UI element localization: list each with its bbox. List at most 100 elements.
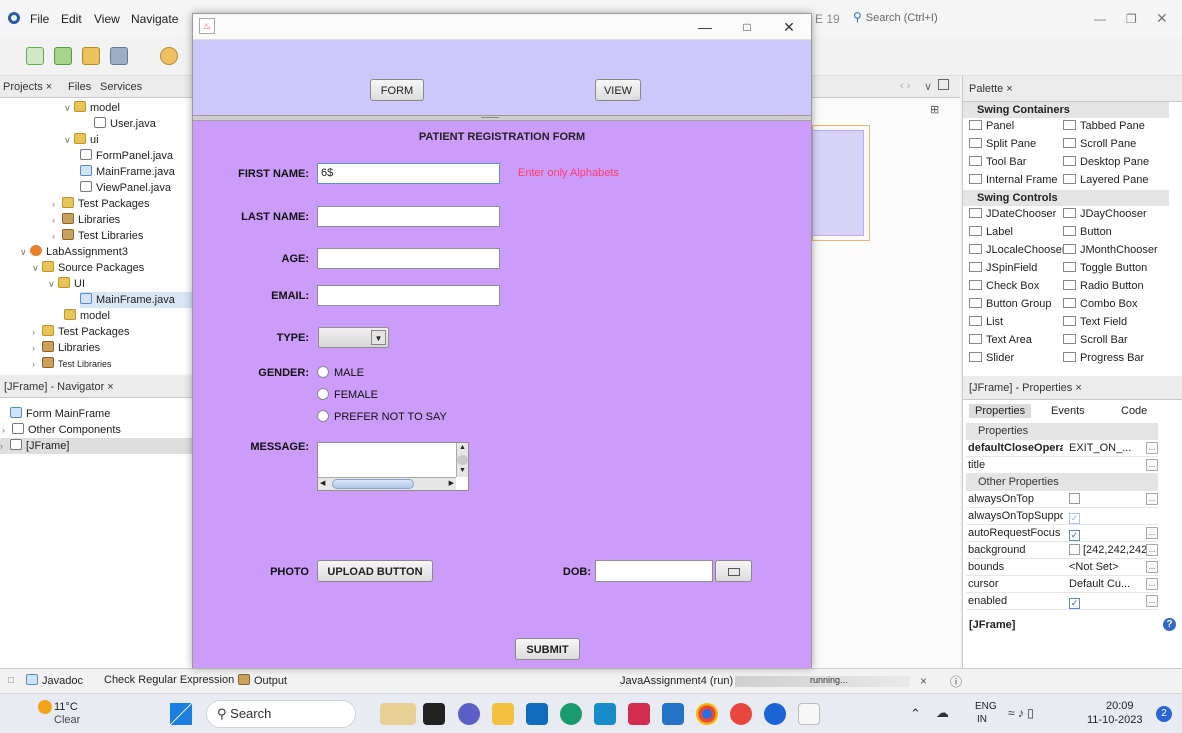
palette-item[interactable]: Text Field (1063, 314, 1127, 330)
checkbox-checked[interactable]: ✓ (1069, 598, 1080, 609)
scroll-tabs-icon[interactable]: ‹ › (900, 80, 910, 92)
taskbar-search[interactable]: ⚲ Search (206, 700, 356, 728)
grid-icon[interactable]: ⊞ (930, 103, 939, 116)
new-file-icon[interactable] (26, 47, 44, 65)
menu-navigate[interactable]: Navigate (131, 12, 178, 26)
lang-indicator[interactable]: ENG (975, 701, 997, 712)
nav-item[interactable]: Form MainFrame (10, 406, 110, 422)
palette-item[interactable]: Progress Bar (1063, 350, 1144, 366)
ide-search-input[interactable]: ⚲ Search (Ctrl+I) (853, 10, 1003, 30)
tree-item[interactable]: ∨ model (64, 100, 120, 116)
palette-item[interactable]: Scroll Pane (1063, 136, 1136, 152)
palette-category-containers[interactable]: Swing Containers (963, 102, 1169, 118)
prop-cursor[interactable]: cursor Default Cu...... (966, 576, 1158, 593)
menu-edit[interactable]: Edit (61, 12, 82, 26)
gender-prefer-not-radio[interactable]: PREFER NOT TO SAY (317, 410, 447, 424)
store-icon[interactable] (526, 703, 548, 725)
menu-file[interactable]: File (30, 12, 49, 26)
tab-properties-panel[interactable]: [JFrame] - Properties × (969, 382, 1082, 394)
prop-default-close[interactable]: defaultCloseOperationEXIT_ON_...... (966, 440, 1158, 457)
tree-item[interactable]: › Libraries (32, 340, 100, 356)
tree-item[interactable]: ∨ Source Packages (32, 260, 144, 276)
widgets-icon[interactable] (380, 703, 416, 725)
scroll-left-icon[interactable]: ◀ (320, 479, 325, 487)
ide-close-button[interactable]: ✕ (1156, 10, 1168, 27)
palette-item[interactable]: Split Pane (969, 136, 1036, 152)
scroll-thumb[interactable] (457, 455, 468, 465)
last-name-input[interactable] (317, 206, 500, 227)
palette-item[interactable]: Radio Button (1063, 278, 1144, 294)
chevron-up-icon[interactable]: ⌃ (910, 706, 921, 722)
dob-input[interactable] (595, 560, 713, 582)
nav-item-selected[interactable]: › [JFrame] (0, 438, 194, 454)
notifications-icon[interactable]: ⓘ (950, 673, 962, 690)
palette-item[interactable]: List (969, 314, 1003, 330)
prop-background[interactable]: background [242,242,242]... (966, 542, 1158, 559)
other-properties-category[interactable]: Other Properties (966, 474, 1158, 491)
palette-item[interactable]: Desktop Pane (1063, 154, 1149, 170)
chevron-down-icon[interactable]: ▼ (371, 330, 386, 345)
app-titlebar[interactable]: ♨ — □ ✕ (193, 14, 811, 40)
open-project-icon[interactable] (82, 47, 100, 65)
app-l-icon[interactable] (594, 703, 616, 725)
tree-item[interactable]: model (64, 308, 110, 324)
palette-item[interactable]: JMonthChooser (1063, 242, 1158, 258)
palette-item[interactable]: Panel (969, 118, 1014, 134)
output-tab[interactable]: Output (238, 674, 287, 687)
ide-minimize-button[interactable]: — (1094, 12, 1106, 26)
dob-calendar-button[interactable] (715, 560, 752, 582)
checkbox[interactable] (1069, 493, 1080, 504)
edge-icon[interactable] (560, 703, 582, 725)
tree-item[interactable]: User.java (94, 116, 156, 132)
cancel-run-icon[interactable]: × (920, 674, 927, 688)
prop-title[interactable]: title... (966, 457, 1158, 474)
run-status-label[interactable]: JavaAssignment4 (run) (620, 675, 733, 687)
tree-item-selected[interactable]: MainFrame.java (80, 292, 195, 308)
file-explorer-icon[interactable] (492, 703, 514, 725)
gender-female-radio[interactable]: FEMALE (317, 388, 378, 402)
tree-item[interactable]: FormPanel.java (80, 148, 173, 164)
palette-item[interactable]: Toggle Button (1063, 260, 1147, 276)
palette-item[interactable]: Button Group (969, 296, 1051, 312)
gender-male-radio[interactable]: MALE (317, 366, 364, 380)
palette-item[interactable]: Check Box (969, 278, 1039, 294)
type-combobox[interactable]: ▼ (318, 327, 389, 348)
ide-restore-button[interactable]: ❐ (1126, 12, 1137, 26)
tree-item[interactable]: ∨ UI (48, 276, 85, 292)
first-name-input[interactable]: 6$ (317, 163, 500, 184)
tab-projects[interactable]: Projects × (3, 81, 52, 93)
javadoc-tab[interactable]: Javadoc (26, 674, 83, 687)
palette-item[interactable]: JDateChooser (969, 206, 1056, 222)
upload-photo-button[interactable]: UPLOAD BUTTON (317, 560, 433, 582)
tab-navigator[interactable]: [JFrame] - Navigator × (4, 381, 114, 393)
outlook-icon[interactable] (662, 703, 684, 725)
palette-item[interactable]: JDayChooser (1063, 206, 1147, 222)
regex-tab[interactable]: Check Regular Expression (104, 674, 234, 686)
java-taskbar-icon[interactable] (798, 703, 820, 725)
scroll-up-icon[interactable]: ▲ (459, 444, 466, 451)
properties-category[interactable]: Properties (966, 423, 1158, 440)
prop-auto-request-focus[interactable]: autoRequestFocus ✓... (966, 525, 1158, 542)
weather-icon[interactable] (38, 700, 52, 714)
save-all-icon[interactable] (110, 47, 128, 65)
palette-item[interactable]: Button (1063, 224, 1112, 240)
menu-view[interactable]: View (94, 12, 120, 26)
weather-temp[interactable]: 11°C (54, 701, 78, 713)
submit-button[interactable]: SUBMIT (515, 638, 580, 660)
help-icon[interactable]: ? (1163, 618, 1176, 631)
palette-item[interactable]: JSpinField (969, 260, 1037, 276)
palette-item[interactable]: JLocaleChooser (969, 242, 1066, 258)
palette-item[interactable]: Text Area (969, 332, 1032, 348)
tree-item[interactable]: MainFrame.java (80, 164, 175, 180)
chrome-icon[interactable] (696, 703, 718, 725)
chevron-down-icon[interactable]: ∨ (924, 80, 932, 93)
prop-always-on-top-supported[interactable]: alwaysOnTopSupported✓ (966, 508, 1158, 525)
tree-item[interactable]: › Test Packages (52, 196, 150, 212)
palette-item[interactable]: Tabbed Pane (1063, 118, 1145, 134)
checkbox-checked[interactable]: ✓ (1069, 530, 1080, 541)
undo-icon[interactable] (160, 47, 178, 65)
tab-services[interactable]: Services (100, 81, 142, 93)
properties-tab[interactable]: Properties (969, 404, 1032, 418)
message-textarea[interactable]: ▲ ▼ ◀ ▶ (317, 442, 469, 491)
netbeans-taskbar-icon[interactable] (764, 703, 786, 725)
